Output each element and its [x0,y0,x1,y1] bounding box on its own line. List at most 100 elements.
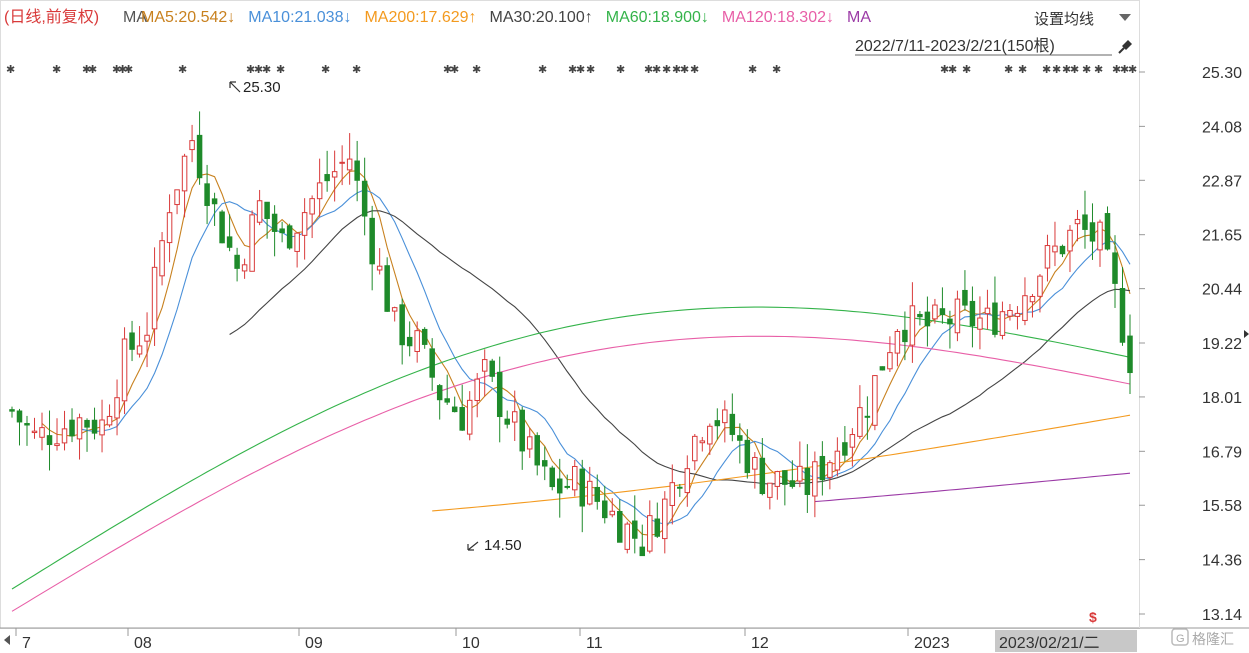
signal-star: ✱ [962,63,971,76]
candle-body [1089,222,1096,242]
date-range-label: 2022/7/11-2023/2/21(150根) [855,37,1055,55]
cursor-date-label: 2023/02/21/二 [999,635,1100,652]
candle-body [947,318,953,325]
y-axis: 25.30 24.08 22.87 21.65 20.44 19.22 18.01 16.79… [1139,65,1242,624]
candle-body [954,298,961,334]
candle-body [61,428,68,444]
right-edge-marker-icon [1244,330,1249,338]
candle-body [1014,312,1021,317]
low-annotation: 14.50 [484,537,522,554]
scroll-left-icon[interactable] [4,635,10,645]
candle-body [1059,245,1066,255]
candle-body [286,225,293,249]
y-tick-label: 13.14 [1202,607,1242,624]
candle-body [421,328,428,345]
dividend-marker-icon: $ [1089,609,1097,625]
candle-body [759,457,766,495]
candle-body [1044,245,1051,269]
signal-star: ✱ [262,63,271,76]
candle-body [414,330,420,352]
candle-body [181,155,188,192]
signal-star: ✱ [772,63,781,76]
candle-body [106,415,113,426]
y-tick-label: 15.58 [1202,498,1242,515]
y-tick-label: 16.79 [1202,444,1242,461]
candle-body [489,360,495,377]
candle-body [699,440,706,444]
signal-star: ✱ [1004,63,1013,76]
candle-body [594,486,601,502]
candle-body [444,398,450,403]
candle-body [849,434,856,448]
candle-body [9,409,15,412]
candle-body [429,348,435,378]
signal-star: ✱ [538,63,547,76]
settings-button[interactable]: 设置均线 [1034,11,1094,28]
candle-body [827,462,833,478]
candle-body [166,212,173,244]
candle-body [992,302,998,335]
candle-body [1119,288,1126,343]
candle-body [384,265,390,312]
candle-body [707,425,713,445]
candle-body [962,289,968,306]
candle-body [1052,245,1058,253]
signal-star: ✱ [6,63,15,76]
candle-body [632,520,638,539]
x-axis: 7 08 09 10 11 12 2023 2023/02/21/二 [4,628,1137,652]
annotations: 25.30 14.50 [229,79,522,554]
candle-body [714,420,721,427]
candle-body [84,419,90,428]
x-tick-label: 09 [305,635,323,652]
low-arrow-icon [467,541,479,551]
candle-body [556,478,563,494]
candle-body [579,468,586,507]
candlestick-chart: ✱ ✱ ✱✱ ✱✱✱ ✱ ✱✱✱ ✱ ✱ ✱ ✱✱ ✱ ✱ ✱✱ ✱ ✱ ✱✱ ✱ ✱✱ ✱ ✱ ✱ ✱✱ ✱ ✱ ✱ ✱ ✱ ✱✱ ✱… [0,0,1249,652]
candle-body [1097,221,1103,251]
signal-star: ✱ [124,63,133,76]
signal-star: ✱ [1094,63,1103,76]
y-tick-label: 14.36 [1202,553,1242,570]
candle-body [669,482,676,506]
candle-body [39,427,45,438]
svg-text:G: G [1176,633,1185,645]
candle-body [1007,309,1013,317]
candle-body [887,352,893,370]
candle-body [909,305,916,346]
y-tick-label: 21.65 [1202,228,1242,245]
candle-body [294,232,300,252]
ma-legend: MA5:20.542↓ MA10:21.038↓ MA200:17.629↑ MA30… [141,9,871,26]
x-tick-label: 08 [134,635,152,652]
candle-body [31,430,38,434]
signal-star: ✱ [652,63,661,76]
candle-body [466,399,473,435]
candle-body [1074,218,1081,225]
candle-body [519,409,525,452]
moving-average-lines [11,170,1131,612]
x-tick-label: 2023 [914,635,950,652]
candle-body [369,217,375,265]
y-tick-label: 24.08 [1202,119,1242,136]
x-tick-label: 11 [586,635,603,652]
x-tick-label: 7 [22,635,31,652]
chart-frame [0,0,1140,629]
candle-body [234,254,240,269]
candle-body [211,198,218,205]
signal-star: ✱ [450,63,459,76]
signal-star: ✱ [586,63,595,76]
signal-star: ✱ [748,63,757,76]
candle-body [564,485,570,488]
candle-body [804,467,811,495]
candle-body [662,498,668,540]
pin-icon[interactable] [1118,40,1132,54]
signal-star: ✱ [321,63,330,76]
candle-body [789,480,796,487]
ma-legend-item: MA5:20.542↓ [141,9,235,26]
candle-body [894,330,901,354]
candle-body [136,345,143,355]
candle-body [1082,214,1088,230]
ma60-line [11,306,1131,590]
candle-body [481,359,488,372]
candle-body [602,500,608,519]
high-arrow-icon [229,81,241,93]
